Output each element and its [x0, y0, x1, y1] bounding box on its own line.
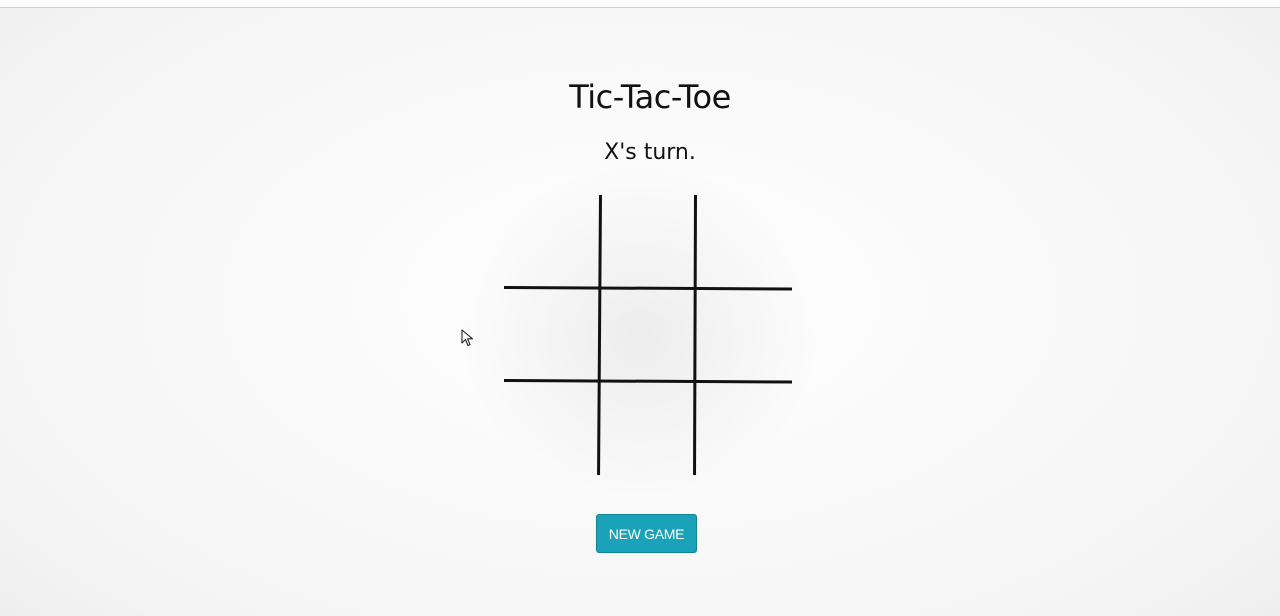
game-board [503, 194, 793, 476]
mouse-pointer-icon [461, 329, 474, 347]
new-game-button[interactable]: NEW GAME [596, 514, 697, 553]
board-cell-9[interactable] [697, 382, 791, 474]
board-cell-2[interactable] [602, 195, 696, 287]
board-cell-6[interactable] [697, 289, 791, 381]
game-title: Tic-Tac-Toe [569, 78, 731, 116]
board-cell-1[interactable] [504, 195, 598, 287]
board-cell-5[interactable] [602, 289, 696, 381]
top-border [0, 0, 1280, 8]
turn-status: X's turn. [604, 140, 696, 165]
board-cell-4[interactable] [504, 289, 598, 381]
board-cell-3[interactable] [697, 195, 791, 287]
board-cell-8[interactable] [602, 382, 696, 474]
board-cell-7[interactable] [504, 382, 598, 474]
